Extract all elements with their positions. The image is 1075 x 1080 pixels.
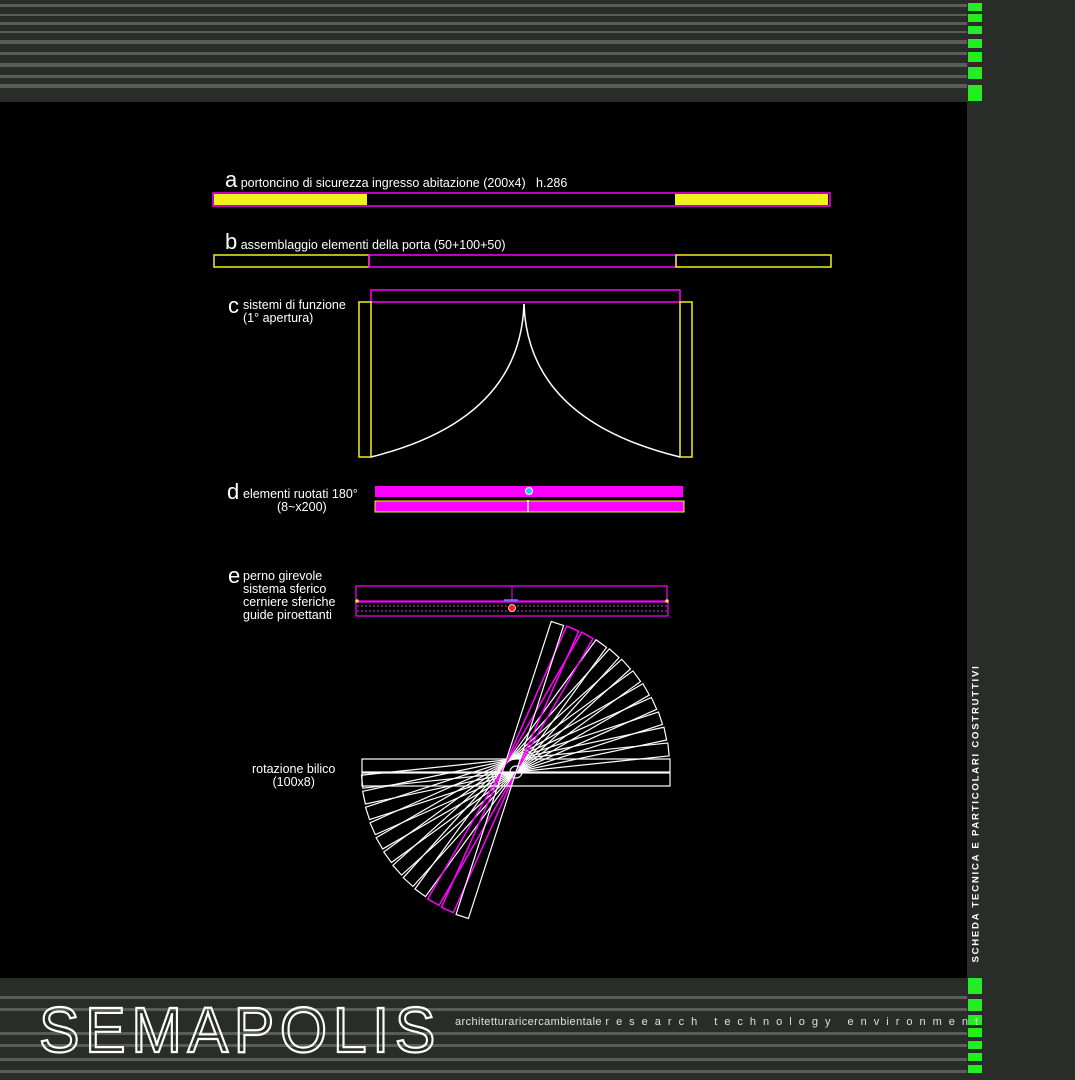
rotation-fan [360,620,671,920]
section-a-letter: a [225,167,238,192]
door-assembly-b [213,254,832,268]
section-a-label: a portoncino di sicurezza ingresso abita… [225,167,568,192]
opening-system-c [358,289,693,458]
green-markers-top [968,3,982,101]
technical-sheet-canvas [0,0,1075,1080]
section-d-label: d elementi ruotati 180° (8~x200) [227,479,358,514]
footer-tagline-a: architetturaricercambientale [455,1016,602,1028]
section-f-line-2: (100x8) [272,775,315,789]
rotated-elements-d [374,486,685,513]
brand-logo: SEMAPOLIS [38,998,441,1060]
section-f-label: rotazione bilico (100x8) [252,763,335,789]
brand-logo-text: SEMAPOLIS [39,998,441,1060]
section-e-label: e perno girevole sistema sferico cernier… [228,563,335,622]
section-e-letter: e [228,563,241,588]
footer-tagline: architetturaricercambientale research te… [455,1016,985,1028]
section-b-label: b assemblaggio elementi della porta (50+… [225,229,506,254]
rotation-base-position [361,772,671,787]
section-b-letter: b [225,229,238,254]
sidebar-title-text: SCHEDA TECNICA E PARTICOLARI COSTRUTTIVI [970,664,982,963]
pivot-system-e [355,585,669,617]
section-c-line-2: (1° apertura) [243,311,314,325]
door-slab-a [212,192,831,207]
section-a-text: portoncino di sicurezza ingresso abitazi… [240,176,568,190]
section-b-text: assemblaggio elementi della porta (50+10… [240,238,506,252]
header-stripes [0,0,967,102]
section-d-line-2: (8~x200) [277,500,327,514]
section-e-line-4: guide piroettanti [243,608,332,622]
side-panel [967,0,1075,1080]
section-c-label: c sistemi di funzione (1° apertura) [228,293,346,325]
section-d-letter: d [227,479,240,504]
footer-tagline-b: research technology environment [605,1016,986,1028]
section-c-letter: c [228,293,239,318]
